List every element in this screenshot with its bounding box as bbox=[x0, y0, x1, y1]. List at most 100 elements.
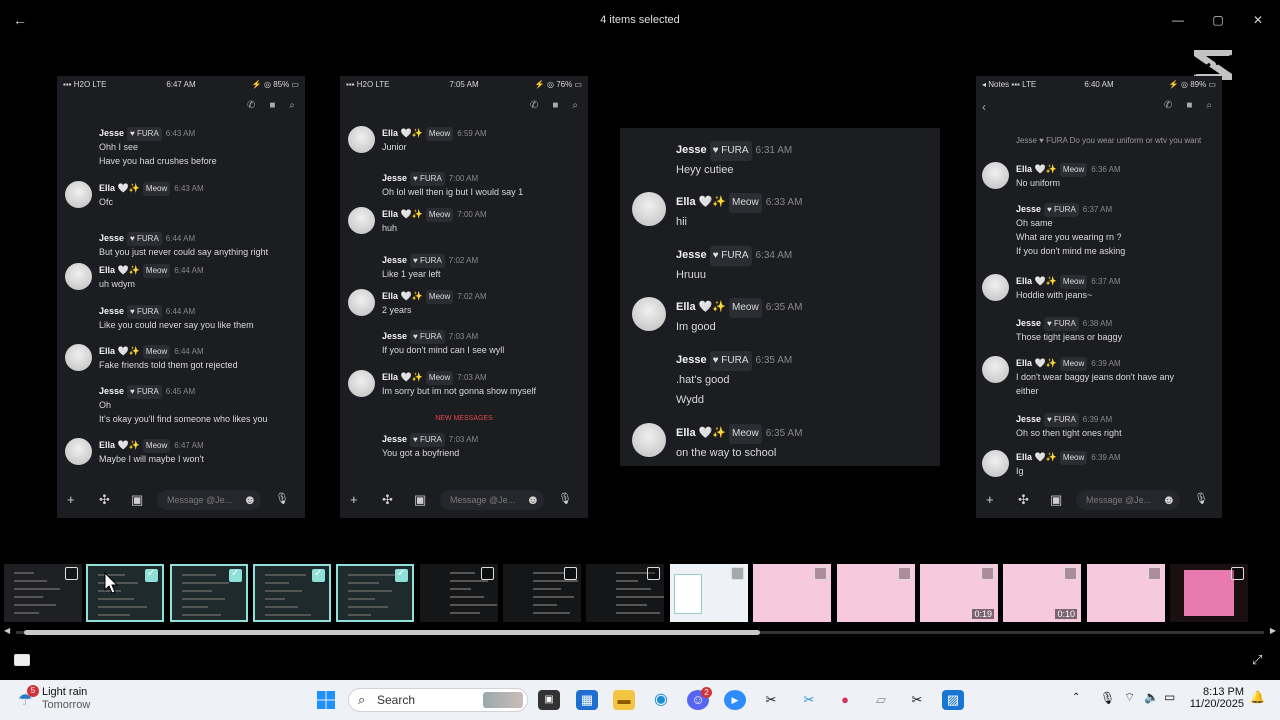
volume-icon[interactable]: 🔈 bbox=[1144, 690, 1159, 704]
author-name[interactable]: Ella 🤍✨ bbox=[382, 128, 423, 138]
microsoft-store-icon[interactable]: ▦ bbox=[576, 690, 598, 710]
filmstrip-scrollbar[interactable]: ◀ ▶ bbox=[4, 626, 1276, 635]
author-name[interactable]: Jesse bbox=[382, 173, 407, 183]
notification-bell-icon[interactable]: 🔔 bbox=[1250, 690, 1265, 704]
author-name[interactable]: Ella 🤍✨ bbox=[382, 372, 423, 382]
capcut-app-icon[interactable]: ✂ bbox=[906, 690, 928, 710]
phone-call-icon[interactable]: ✆ bbox=[247, 100, 255, 111]
author-name[interactable]: Jesse bbox=[99, 128, 124, 138]
author-name[interactable]: Ella 🤍✨ bbox=[99, 265, 140, 275]
avatar[interactable] bbox=[632, 192, 666, 226]
select-checkbox[interactable] bbox=[1064, 567, 1077, 580]
media-thumbnail[interactable] bbox=[586, 564, 664, 622]
clock[interactable]: 8:13 PM 11/20/2025 bbox=[1186, 686, 1244, 710]
author-name[interactable]: Jesse bbox=[676, 249, 707, 261]
author-name[interactable]: Ella 🤍✨ bbox=[99, 183, 140, 193]
select-checkbox[interactable] bbox=[1148, 567, 1161, 580]
phone-call-icon[interactable]: ✆ bbox=[530, 100, 538, 111]
media-thumbnail[interactable] bbox=[837, 564, 915, 622]
close-button[interactable]: ✕ bbox=[1248, 10, 1268, 30]
apps-icon[interactable]: ✣ bbox=[99, 492, 110, 508]
select-checkbox[interactable] bbox=[814, 567, 827, 580]
select-checkbox[interactable] bbox=[564, 567, 577, 580]
file-explorer-icon[interactable]: ▬ bbox=[613, 690, 635, 710]
emoji-icon[interactable]: ☻ bbox=[1162, 492, 1176, 507]
author-name[interactable]: Ella 🤍✨ bbox=[1016, 358, 1057, 368]
author-name[interactable]: Jesse bbox=[676, 144, 707, 156]
media-thumbnail[interactable] bbox=[1087, 564, 1165, 622]
avatar[interactable] bbox=[982, 356, 1009, 383]
media-thumbnail[interactable] bbox=[4, 564, 82, 622]
media-thumbnail[interactable]: 0:10 bbox=[1003, 564, 1081, 622]
select-checkbox[interactable] bbox=[395, 568, 408, 582]
select-checkbox[interactable] bbox=[312, 568, 325, 582]
avatar[interactable] bbox=[632, 423, 666, 457]
scrollbar-thumb[interactable] bbox=[24, 630, 760, 635]
select-checkbox[interactable] bbox=[647, 567, 660, 580]
zoom-icon[interactable]: ▶ bbox=[724, 690, 746, 710]
media-thumbnail[interactable] bbox=[1170, 564, 1248, 622]
maximize-button[interactable]: ▢ bbox=[1208, 10, 1228, 30]
select-checkbox[interactable] bbox=[229, 568, 242, 582]
author-name[interactable]: Ella 🤍✨ bbox=[1016, 276, 1057, 286]
media-thumbnail[interactable] bbox=[753, 564, 831, 622]
gift-icon[interactable]: ▣ bbox=[131, 492, 143, 508]
add-icon[interactable]: + bbox=[67, 492, 75, 507]
search-icon[interactable]: ⌕ bbox=[572, 100, 578, 111]
author-name[interactable]: Ella 🤍✨ bbox=[676, 301, 726, 313]
photos-icon[interactable]: ▨ bbox=[942, 690, 964, 710]
author-name[interactable]: Jesse bbox=[1016, 318, 1041, 328]
gift-icon[interactable]: ▣ bbox=[1050, 492, 1062, 508]
apps-icon[interactable]: ✣ bbox=[382, 492, 393, 508]
microphone-icon[interactable]: 🎙 bbox=[558, 492, 572, 505]
video-call-icon[interactable]: ■ bbox=[269, 100, 275, 111]
author-name[interactable]: Ella 🤍✨ bbox=[99, 346, 140, 356]
phone-call-icon[interactable]: ✆ bbox=[1164, 100, 1172, 111]
avatar[interactable] bbox=[348, 370, 375, 397]
author-name[interactable]: Ella 🤍✨ bbox=[1016, 164, 1057, 174]
avatar[interactable] bbox=[65, 263, 92, 290]
media-thumbnail[interactable] bbox=[253, 564, 331, 622]
author-name[interactable]: Jesse bbox=[382, 331, 407, 341]
avatar[interactable] bbox=[632, 297, 666, 331]
author-name[interactable]: Ella 🤍✨ bbox=[99, 440, 140, 450]
author-name[interactable]: Ella 🤍✨ bbox=[676, 196, 726, 208]
avatar[interactable] bbox=[982, 162, 1009, 189]
search-icon[interactable]: ⌕ bbox=[289, 100, 295, 111]
avatar[interactable] bbox=[348, 289, 375, 316]
media-thumbnail[interactable] bbox=[336, 564, 414, 622]
select-checkbox[interactable] bbox=[1231, 567, 1244, 580]
author-name[interactable]: Ella 🤍✨ bbox=[382, 291, 423, 301]
author-name[interactable]: Jesse bbox=[676, 354, 707, 366]
minimize-button[interactable]: — bbox=[1168, 10, 1188, 30]
scroll-right-icon[interactable]: ▶ bbox=[1270, 626, 1276, 635]
task-view-icon[interactable]: ▣ bbox=[538, 690, 560, 710]
gift-icon[interactable]: ▣ bbox=[414, 492, 426, 508]
video-call-icon[interactable]: ■ bbox=[1186, 100, 1192, 111]
add-icon[interactable]: + bbox=[350, 492, 358, 507]
scroll-left-icon[interactable]: ◀ bbox=[4, 626, 10, 635]
microphone-icon[interactable]: 🎙 bbox=[1100, 691, 1115, 705]
emoji-icon[interactable]: ☻ bbox=[526, 492, 540, 507]
capcut-taskbar-icon[interactable]: ✂ bbox=[760, 690, 782, 710]
microphone-icon[interactable]: 🎙 bbox=[275, 492, 289, 505]
emoji-icon[interactable]: ☻ bbox=[243, 492, 257, 507]
caption-icon[interactable] bbox=[14, 654, 30, 666]
avatar[interactable] bbox=[982, 450, 1009, 477]
apps-icon[interactable]: ✣ bbox=[1018, 492, 1029, 508]
weather-widget[interactable]: Light rain Tomorrow bbox=[42, 686, 90, 711]
media-thumbnail[interactable] bbox=[420, 564, 498, 622]
author-name[interactable]: Jesse bbox=[99, 233, 124, 243]
avatar[interactable] bbox=[65, 344, 92, 371]
avatar[interactable] bbox=[982, 274, 1009, 301]
avatar[interactable] bbox=[65, 438, 92, 465]
edge-browser-icon[interactable]: ◉ bbox=[650, 690, 672, 710]
author-name[interactable]: Jesse bbox=[99, 306, 124, 316]
avatar[interactable] bbox=[348, 207, 375, 234]
author-name[interactable]: Jesse bbox=[382, 434, 407, 444]
media-thumbnail[interactable] bbox=[503, 564, 581, 622]
author-name[interactable]: Jesse bbox=[1016, 204, 1041, 214]
video-call-icon[interactable]: ■ bbox=[552, 100, 558, 111]
select-checkbox[interactable] bbox=[481, 567, 494, 580]
author-name[interactable]: Jesse bbox=[382, 255, 407, 265]
